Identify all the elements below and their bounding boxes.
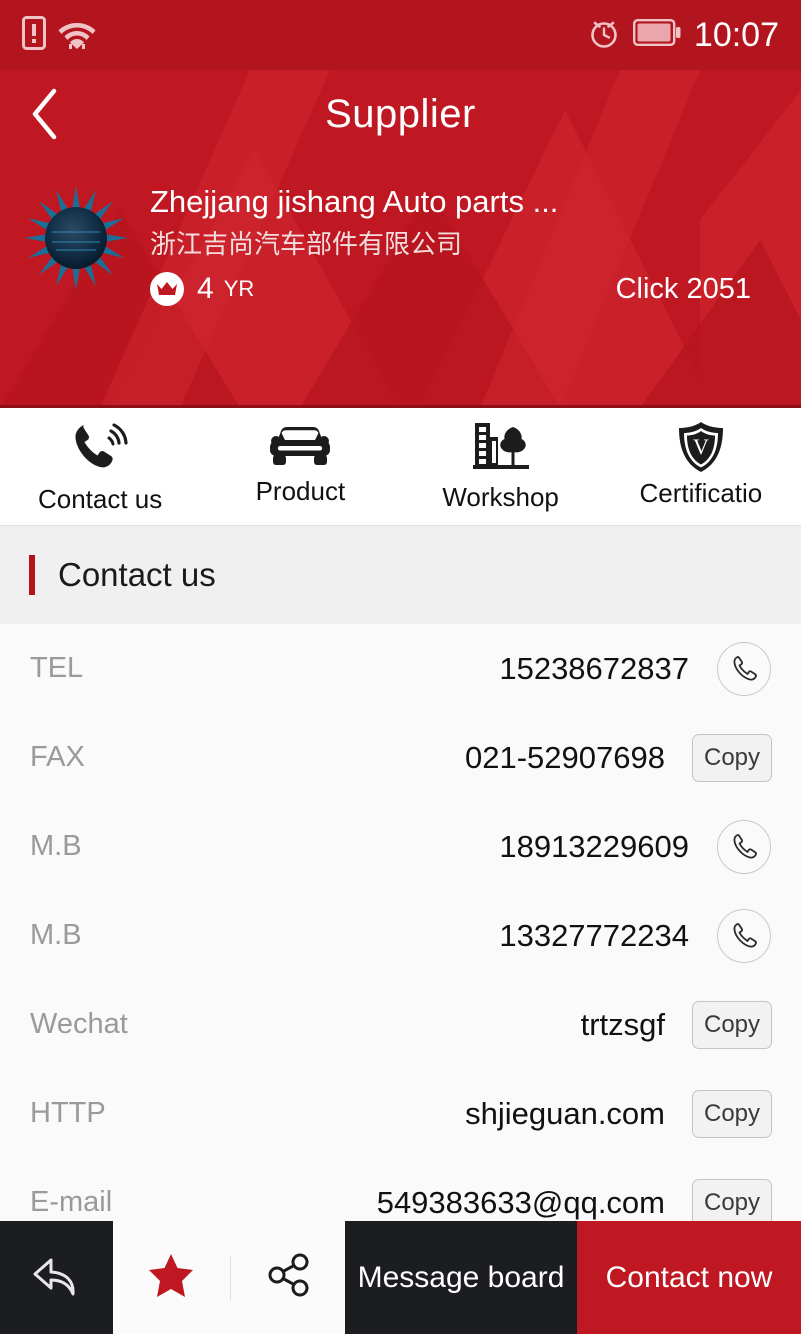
contact-value: 18913229609	[499, 828, 689, 864]
copy-button[interactable]: Copy	[692, 1089, 772, 1138]
tab-contact-us[interactable]: Contact us	[0, 408, 200, 525]
contact-action[interactable]	[715, 908, 773, 963]
contact-row-http[interactable]: HTTP shjieguan.com Copy	[0, 1069, 801, 1158]
contact-row-mb-1[interactable]: M.B 18913229609	[0, 802, 801, 891]
status-bar: 10:07	[0, 0, 801, 70]
contact-action[interactable]	[715, 641, 773, 696]
tab-workshop[interactable]: Workshop	[401, 408, 601, 525]
contact-label: FAX	[30, 741, 85, 773]
supplier-page: 10:07 Supplier Zhejjang jishang Auto par…	[0, 0, 801, 1334]
factory-tree-icon	[471, 420, 531, 474]
contact-value: 15238672837	[499, 650, 689, 686]
svg-text:V: V	[693, 434, 709, 459]
section-header-contact-us: Contact us	[0, 526, 801, 624]
contact-action[interactable]	[715, 819, 773, 874]
company-name-en: Zhejjang jishang Auto parts ...	[150, 184, 559, 219]
membership-years: 4	[197, 271, 214, 305]
phone-icon	[733, 922, 757, 947]
contact-list: TEL 15238672837 FAX 021-52907698 Copy M.…	[0, 624, 801, 1247]
call-button[interactable]	[717, 908, 771, 963]
status-bar-right: 10:07	[588, 17, 779, 54]
tab-label: Product	[255, 476, 346, 506]
contact-action[interactable]: Copy	[691, 1000, 773, 1049]
phone-icon	[733, 833, 757, 858]
divider	[229, 1255, 231, 1300]
tab-label: Certificatio	[639, 478, 763, 508]
bottom-icon-group	[113, 1221, 345, 1334]
contact-label: Wechat	[30, 1008, 128, 1040]
favorite-button[interactable]	[147, 1252, 195, 1303]
contact-label: M.B	[30, 919, 82, 951]
title-bar: Supplier	[0, 70, 801, 158]
phone-icon	[733, 655, 757, 680]
section-title: Contact us	[58, 556, 216, 593]
supplier-header: Supplier Zhejjang jishang Auto parts ...…	[0, 70, 801, 408]
back-chevron-icon	[32, 88, 57, 140]
status-bar-left	[22, 15, 96, 55]
share-button[interactable]	[266, 1252, 312, 1303]
sim-card-alert-icon	[22, 15, 46, 55]
page-title: Supplier	[325, 91, 476, 136]
call-button[interactable]	[717, 819, 771, 874]
contact-value: 549383633@qq.com	[376, 1184, 665, 1220]
contact-label: E-mail	[30, 1186, 113, 1218]
copy-button[interactable]: Copy	[692, 733, 772, 782]
contact-action[interactable]: Copy	[691, 1178, 773, 1227]
click-count: Click 2051	[615, 272, 751, 305]
contact-now-button[interactable]: Contact now	[577, 1221, 801, 1334]
call-button[interactable]	[717, 641, 771, 696]
contact-row-tel[interactable]: TEL 15238672837	[0, 624, 801, 713]
tab-product[interactable]: Product	[200, 408, 400, 525]
copy-button[interactable]: Copy	[692, 1178, 772, 1227]
contact-value: trtzsgf	[580, 1006, 665, 1042]
spiky-ball-avatar	[24, 186, 128, 290]
contact-label: M.B	[30, 830, 82, 862]
company-name-cn: 浙江吉尚汽车部件有限公司	[150, 229, 463, 260]
car-icon	[267, 420, 333, 474]
contact-row-mb-2[interactable]: M.B 13327772234	[0, 891, 801, 980]
company-card[interactable]: Zhejjang jishang Auto parts ... 浙江吉尚汽车部件…	[0, 158, 801, 306]
contact-value: shjieguan.com	[465, 1095, 665, 1131]
contact-row-fax[interactable]: FAX 021-52907698 Copy	[0, 713, 801, 802]
contact-value: 021-52907698	[465, 739, 665, 775]
section-accent-bar	[29, 555, 35, 595]
contact-value: 13327772234	[499, 917, 689, 953]
avatar	[22, 184, 130, 292]
shield-v-icon: V	[675, 420, 727, 474]
phone-ringing-icon	[71, 420, 129, 474]
company-info: Zhejjang jishang Auto parts ... 浙江吉尚汽车部件…	[150, 184, 781, 306]
crown-icon	[150, 271, 184, 306]
message-board-button[interactable]: Message board	[345, 1221, 577, 1334]
reply-arrow-icon	[33, 1258, 75, 1295]
tab-label: Contact us	[37, 484, 163, 514]
contact-action[interactable]: Copy	[691, 733, 773, 782]
wifi-icon	[58, 17, 96, 54]
star-icon	[148, 1254, 193, 1297]
contact-action[interactable]: Copy	[691, 1089, 773, 1138]
contact-row-wechat[interactable]: Wechat trtzsgf Copy	[0, 980, 801, 1069]
battery-icon	[632, 19, 681, 51]
tab-label: Workshop	[442, 482, 559, 512]
back-button[interactable]	[18, 84, 72, 144]
bottom-action-bar: Message board Contact now	[0, 1221, 801, 1334]
contact-label: HTTP	[30, 1097, 106, 1129]
alarm-icon	[588, 17, 620, 54]
contact-label: TEL	[30, 652, 84, 684]
copy-button[interactable]: Copy	[692, 1000, 772, 1049]
tab-certification[interactable]: V Certificatio	[601, 408, 801, 525]
bottom-back-button[interactable]	[0, 1221, 113, 1334]
tab-bar: Contact us Product Workshop V Certificat…	[0, 408, 801, 526]
status-bar-clock: 10:07	[693, 16, 779, 54]
share-icon	[268, 1253, 308, 1297]
membership-years-unit: YR	[223, 275, 255, 301]
